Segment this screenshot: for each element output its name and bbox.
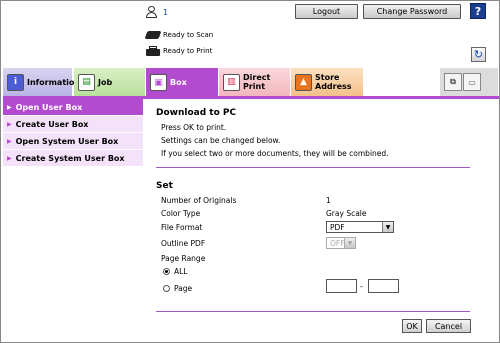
radio-all[interactable] <box>163 268 170 275</box>
radio-all-label: ALL <box>174 267 188 276</box>
num-originals-value: 1 <box>326 196 331 205</box>
file-format-select[interactable]: PDF ▼ <box>326 221 394 233</box>
divider <box>156 311 470 312</box>
tab-label: Information <box>27 77 81 87</box>
web-connection-window: 1 Logout Change Password ? Ready to Scan… <box>0 0 500 343</box>
refresh-button[interactable]: ↻ <box>471 47 486 62</box>
radio-page-label: Page <box>174 284 193 293</box>
arrow-right-icon: ▶ <box>7 103 12 111</box>
sidebar-item-label: Open User Box <box>15 102 83 112</box>
arrow-right-icon: ▶ <box>7 120 12 128</box>
sidebar-item-label: Create User Box <box>15 119 89 129</box>
cancel-button[interactable]: Cancel <box>426 319 471 333</box>
sidebar-item-create-user-box[interactable]: ▶ Create User Box <box>3 116 143 133</box>
outline-pdf-label: Outline PDF <box>161 239 206 248</box>
page-range-label: Page Range <box>161 254 206 263</box>
tab-label: Job <box>98 77 113 87</box>
sidebar-item-open-system-user-box[interactable]: ▶ Open System User Box <box>3 133 143 150</box>
download-title: Download to PC <box>156 108 237 118</box>
num-originals-label: Number of Originals <box>161 196 237 205</box>
range-dash: - <box>360 282 363 291</box>
set-title: Set <box>156 181 173 191</box>
page-range-page-option[interactable]: Page <box>163 284 192 293</box>
ok-button[interactable]: OK <box>402 319 422 333</box>
chevron-down-icon: ▼ <box>382 222 393 232</box>
page-range-from-input[interactable] <box>326 279 357 293</box>
instruction-line-2: Settings can be changed below. <box>161 136 281 145</box>
info-icon: i <box>7 73 24 91</box>
divider <box>156 167 470 168</box>
color-type-label: Color Type <box>161 209 201 218</box>
sidebar-item-label: Create System User Box <box>15 153 125 163</box>
page-range-all-option[interactable]: ALL <box>163 267 188 276</box>
chevron-down-icon: ▼ <box>344 238 355 248</box>
sidebar: ▶ Open User Box ▶ Create User Box ▶ Open… <box>3 99 143 167</box>
arrow-right-icon: ▶ <box>7 137 12 145</box>
sidebar-item-create-system-user-box[interactable]: ▶ Create System User Box <box>3 150 143 167</box>
help-icon[interactable]: ? <box>470 3 486 19</box>
file-format-label: File Format <box>161 223 203 232</box>
job-icon: ▤ <box>78 73 95 91</box>
instruction-line-1: Press OK to print. <box>161 123 227 132</box>
tab-job[interactable]: ▤ Job <box>74 68 146 96</box>
arrow-right-icon: ▶ <box>7 154 12 162</box>
file-format-value: PDF <box>330 222 345 232</box>
radio-page[interactable] <box>163 285 170 292</box>
refresh-icon: ↻ <box>473 48 484 61</box>
page-range-to-input[interactable] <box>368 279 399 293</box>
outline-pdf-select[interactable]: OFF ▼ <box>326 237 356 249</box>
tab-information[interactable]: i Information <box>3 68 80 96</box>
sidebar-item-label: Open System User Box <box>15 136 119 146</box>
color-type-value: Gray Scale <box>326 209 367 218</box>
outline-pdf-value: OFF <box>330 238 345 248</box>
main-content: Download to PC Press OK to print. Settin… <box>156 1 470 343</box>
sidebar-item-open-user-box[interactable]: ▶ Open User Box <box>3 99 143 116</box>
instruction-line-3: If you select two or more documents, the… <box>161 149 389 158</box>
